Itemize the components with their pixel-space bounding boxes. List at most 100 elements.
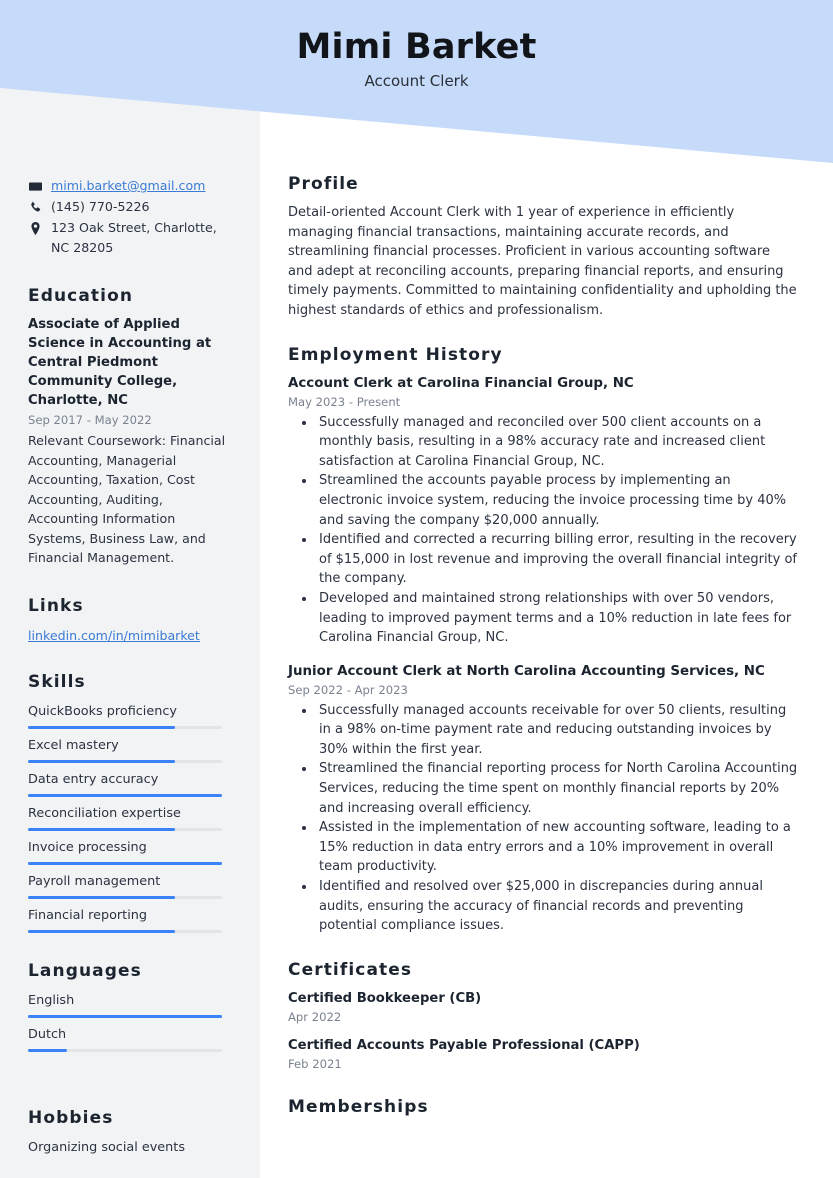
certificate-date: Apr 2022 xyxy=(288,1009,342,1024)
languages-list: English Dutch xyxy=(28,990,232,1052)
link-item[interactable]: linkedin.com/in/mimibarket xyxy=(28,625,232,644)
links-section: Links linkedin.com/in/mimibarket xyxy=(28,596,232,644)
job-bullet: Assisted in the implementation of new ac… xyxy=(316,818,798,877)
skill-level-track xyxy=(28,725,222,729)
job-bullet: Streamlined the accounts payable process… xyxy=(316,471,798,530)
memberships-section: Memberships xyxy=(288,1097,798,1117)
language-item: Dutch xyxy=(28,1024,232,1052)
skill-label: Data entry accuracy xyxy=(28,771,159,787)
languages-section: Languages English Dutch xyxy=(28,961,232,1052)
skill-item: Excel mastery xyxy=(28,735,232,763)
hobby-item: Organizing social events xyxy=(28,1139,185,1155)
skills-heading: Skills xyxy=(28,671,86,692)
skill-label: Financial reporting xyxy=(28,907,147,923)
job-bullet: Successfully managed accounts receivable… xyxy=(316,701,798,760)
skill-level-track xyxy=(28,793,222,797)
job-bullet: Successfully managed and reconciled over… xyxy=(316,413,798,472)
education-description: Relevant Coursework: Financial Accountin… xyxy=(28,433,226,565)
main-column: Profile Detail-oriented Account Clerk wi… xyxy=(288,0,798,1141)
profile-heading: Profile xyxy=(288,174,359,194)
skill-level-fill xyxy=(28,725,176,729)
skill-level-track xyxy=(28,861,222,865)
job-date-text: Sep 2022 - Apr 2023 xyxy=(288,682,408,697)
contact-block: mimi.barket@gmail.com (145) 770-5226 123… xyxy=(28,176,232,258)
job-entry: Junior Account Clerk at North Carolina A… xyxy=(288,662,798,936)
job-title-text: Account Clerk at Carolina Financial Grou… xyxy=(288,375,634,391)
skill-level-fill xyxy=(28,895,176,899)
education-section: Education Associate of Applied Science i… xyxy=(28,286,232,568)
skill-level-fill xyxy=(28,827,176,831)
certificates-section: Certificates Certified Bookkeeper (CB) Ap… xyxy=(288,960,798,1073)
language-item: English xyxy=(28,990,232,1018)
skill-level-fill xyxy=(28,929,176,933)
envelope-icon xyxy=(28,176,42,196)
job-entry: Account Clerk at Carolina Financial Grou… xyxy=(288,374,798,648)
job-bullet-list: Successfully managed accounts receivable… xyxy=(288,701,798,936)
skill-item: Data entry accuracy xyxy=(28,769,232,797)
resume-page: Mimi Barket Account Clerk mimi.barket@gm… xyxy=(0,0,833,1178)
certificates-heading: Certificates xyxy=(288,959,413,980)
skills-list: QuickBooks proficiency Excel mastery Data … xyxy=(28,701,232,933)
jobs-list: Account Clerk at Carolina Financial Grou… xyxy=(288,374,798,936)
job-bullet: Streamlined the financial reporting proc… xyxy=(316,759,798,818)
skill-label: Payroll management xyxy=(28,873,161,889)
skill-item: Reconciliation expertise xyxy=(28,803,232,831)
education-heading: Education xyxy=(28,286,134,306)
education-entry: Associate of Applied Science in Accounti… xyxy=(28,315,232,568)
certificate-date: Feb 2021 xyxy=(288,1056,342,1071)
skill-label: QuickBooks proficiency xyxy=(28,703,177,719)
employment-section: Employment History Account Clerk at Caro… xyxy=(288,345,798,936)
certificates-list: Certified Bookkeeper (CB) Apr 2022 Certifi… xyxy=(288,989,798,1073)
certificate-entry: Certified Accounts Payable Professional … xyxy=(288,1036,798,1073)
contact-phone-text: (145) 770-5226 xyxy=(51,199,150,214)
language-label: Dutch xyxy=(28,1026,67,1042)
certificate-title: Certified Accounts Payable Professional … xyxy=(288,1037,640,1053)
employment-heading: Employment History xyxy=(288,344,503,365)
links-heading: Links xyxy=(28,595,84,616)
contact-email-row[interactable]: mimi.barket@gmail.com xyxy=(28,176,232,196)
skill-level-track xyxy=(28,895,222,899)
sidebar: mimi.barket@gmail.com (145) 770-5226 123… xyxy=(0,0,260,1178)
job-bullet: Identified and resolved over $25,000 in … xyxy=(316,877,798,936)
job-bullet: Developed and maintained strong relation… xyxy=(316,589,798,648)
skill-level-fill xyxy=(28,861,222,865)
skill-label: Excel mastery xyxy=(28,737,119,753)
skill-item: Invoice processing xyxy=(28,837,232,865)
languages-heading: Languages xyxy=(28,960,142,981)
contact-email-link[interactable]: mimi.barket@gmail.com xyxy=(51,176,205,196)
education-title: Associate of Applied Science in Accounti… xyxy=(28,317,212,408)
education-date: Sep 2017 - May 2022 xyxy=(28,413,152,427)
language-label: English xyxy=(28,992,75,1008)
language-level-fill xyxy=(28,1014,222,1018)
skill-label: Reconciliation expertise xyxy=(28,805,181,821)
skill-level-track xyxy=(28,759,222,763)
contact-address-row: 123 Oak Street, Charlotte, NC 28205 xyxy=(28,218,232,258)
skill-level-track xyxy=(28,827,222,831)
hobbies-heading: Hobbies xyxy=(28,1107,114,1128)
profile-section: Profile Detail-oriented Account Clerk wi… xyxy=(288,174,798,321)
job-date-text: May 2023 - Present xyxy=(288,394,401,409)
job-bullet-list: Successfully managed and reconciled over… xyxy=(288,413,798,648)
skill-item: Financial reporting xyxy=(28,905,232,933)
language-level-track xyxy=(28,1014,222,1018)
language-level-fill xyxy=(28,1048,67,1052)
contact-address-text: 123 Oak Street, Charlotte, NC 28205 xyxy=(51,220,217,255)
language-level-track xyxy=(28,1048,222,1052)
linkedin-link[interactable]: linkedin.com/in/mimibarket xyxy=(28,628,200,643)
job-title-text: Junior Account Clerk at North Carolina A… xyxy=(288,663,765,679)
skill-level-fill xyxy=(28,793,222,797)
job-bullet: Identified and corrected a recurring bil… xyxy=(316,530,798,589)
phone-icon xyxy=(28,197,42,217)
certificate-entry: Certified Bookkeeper (CB) Apr 2022 xyxy=(288,989,798,1026)
memberships-heading: Memberships xyxy=(288,1096,429,1117)
skills-section: Skills QuickBooks proficiency Excel maste… xyxy=(28,672,232,933)
map-pin-icon xyxy=(28,218,42,238)
skill-item: QuickBooks proficiency xyxy=(28,701,232,729)
hobbies-section: Hobbies Organizing social events xyxy=(28,1108,232,1158)
skill-level-fill xyxy=(28,759,176,763)
certificate-title: Certified Bookkeeper (CB) xyxy=(288,990,482,1006)
skill-label: Invoice processing xyxy=(28,839,147,855)
skill-item: Payroll management xyxy=(28,871,232,899)
skill-level-track xyxy=(28,929,222,933)
